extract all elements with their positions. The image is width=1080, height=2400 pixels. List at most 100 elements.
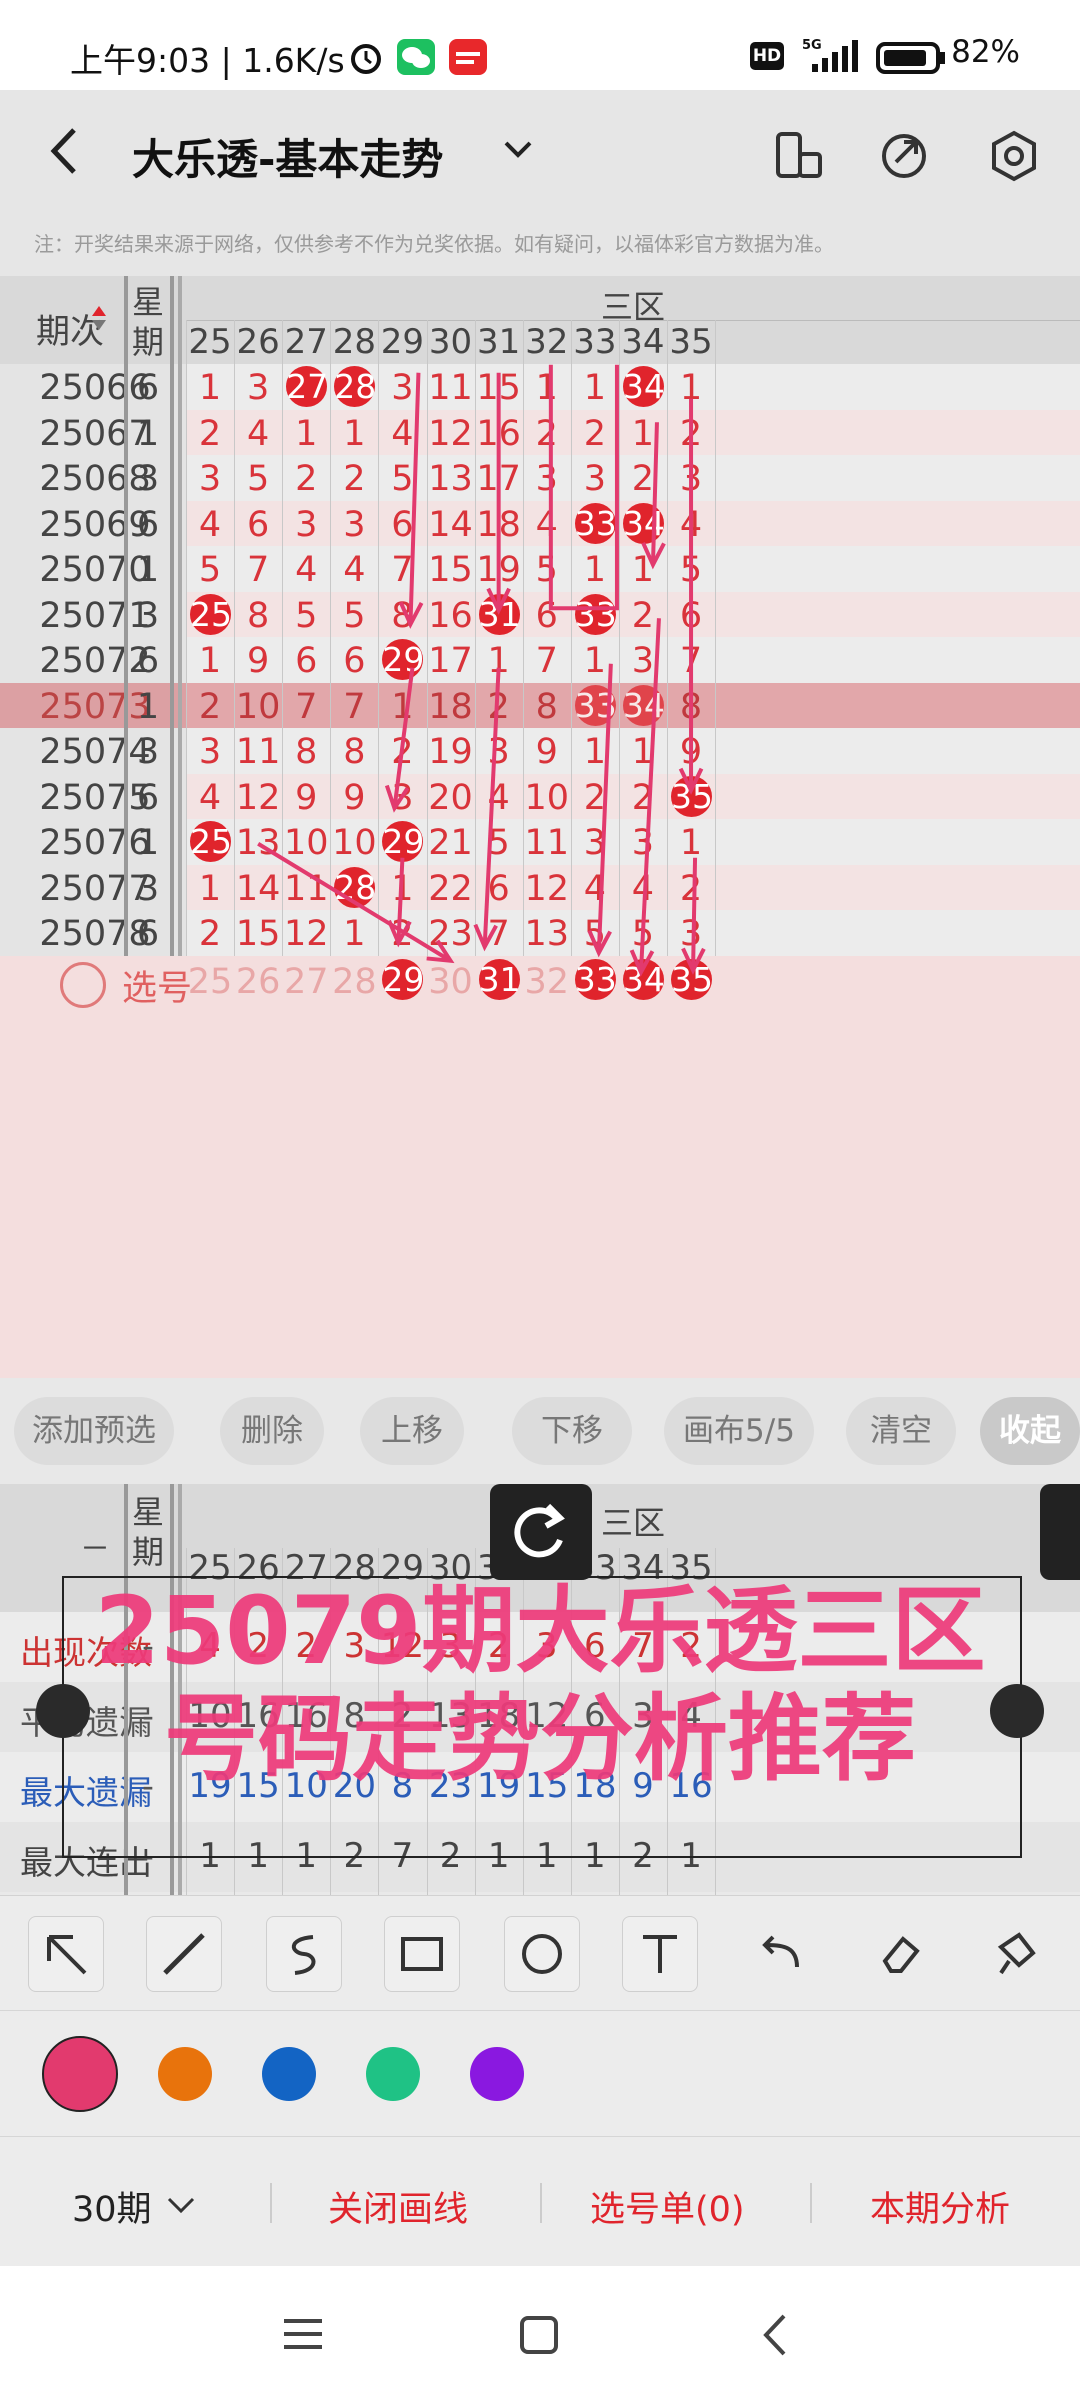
omission-cell: 2: [631, 459, 655, 499]
action-button[interactable]: 清空: [846, 1397, 956, 1465]
omission-cell: 9: [679, 732, 703, 772]
delete-handle[interactable]: [1040, 1484, 1080, 1580]
selectable-number[interactable]: 25: [186, 962, 234, 1002]
drawn-number-ball[interactable]: 34: [622, 684, 665, 726]
number-column-header: 33: [573, 322, 617, 362]
circle-tool[interactable]: [504, 1916, 580, 1992]
chevron-down-icon[interactable]: [166, 2195, 196, 2215]
selection-list-button[interactable]: 选号单(0): [590, 2181, 745, 2232]
drawn-number-ball[interactable]: 33: [574, 684, 617, 726]
rotate-icon[interactable]: [490, 1484, 592, 1580]
select-row: [0, 955, 1080, 1378]
freehand-tool[interactable]: [266, 1916, 342, 1992]
selected-number-ball[interactable]: 34: [622, 958, 665, 1000]
color-swatch[interactable]: [366, 2047, 420, 2101]
color-swatch[interactable]: [262, 2047, 316, 2101]
number-column-header: 35: [669, 322, 713, 362]
omission-cell: 5: [391, 459, 414, 499]
omission-cell: 1: [631, 732, 655, 772]
rotate-screen-icon[interactable]: [772, 130, 824, 182]
omission-cell: 1: [391, 686, 414, 727]
omission-cell: 2: [535, 413, 558, 454]
share-icon[interactable]: [878, 130, 930, 182]
period-range-select[interactable]: 30期: [72, 2181, 152, 2232]
action-button[interactable]: 下移: [512, 1397, 632, 1465]
page-title[interactable]: 大乐透-基本走势: [132, 126, 443, 187]
line-icon: [163, 1933, 205, 1975]
action-button[interactable]: 收起: [980, 1397, 1080, 1465]
back-nav-icon[interactable]: [760, 2312, 790, 2358]
omission-cell: 18: [476, 504, 521, 545]
omission-cell: 7: [295, 686, 318, 727]
week-cell: 1: [136, 413, 160, 454]
toggle-lines-button[interactable]: 关闭画线: [328, 2181, 468, 2232]
drawn-number-ball[interactable]: 27: [286, 366, 328, 407]
action-bar: 添加预选 删除 上移 下移 画布5/5 清空 收起: [0, 1378, 1080, 1484]
selectable-number[interactable]: 28: [330, 962, 378, 1002]
omission-cell: 1: [679, 823, 703, 863]
color-swatch[interactable]: [42, 2036, 118, 2112]
action-button[interactable]: 添加预选: [14, 1397, 174, 1465]
omission-cell: 15: [476, 368, 521, 408]
select-label[interactable]: 选号: [122, 960, 192, 1011]
back-icon[interactable]: [44, 126, 84, 176]
color-swatch[interactable]: [158, 2047, 212, 2101]
selected-number-ball[interactable]: 33: [574, 958, 617, 1000]
selectable-number[interactable]: 32: [523, 962, 571, 1002]
drawn-number-ball[interactable]: 25: [190, 821, 232, 862]
drawn-number-ball[interactable]: 28: [334, 866, 376, 908]
sort-down-icon[interactable]: [92, 320, 106, 330]
action-button[interactable]: 删除: [220, 1397, 324, 1465]
action-button[interactable]: 上移: [360, 1397, 464, 1465]
arrow-tool[interactable]: [28, 1916, 104, 1992]
home-icon[interactable]: [518, 2314, 562, 2358]
omission-cell: 3: [583, 823, 606, 863]
omission-cell: 7: [343, 686, 366, 727]
menu-icon[interactable]: [282, 2316, 324, 2352]
drawn-number-ball[interactable]: 28: [334, 366, 376, 407]
rotate-handle[interactable]: [490, 1484, 592, 1580]
omission-cell: 4: [343, 550, 366, 590]
sort-up-icon[interactable]: [92, 306, 106, 316]
action-button[interactable]: 画布5/5: [664, 1397, 814, 1465]
selectable-number[interactable]: 27: [282, 962, 330, 1002]
eraser-tool[interactable]: [862, 1916, 938, 1992]
omission-cell: 20: [428, 777, 473, 818]
drawn-number-ball[interactable]: 35: [671, 775, 713, 817]
trend-table: 期次 星期 三区 25 26 27 28 29 30 31 32 33 34 35 25066 6 1 3 27 28…: [0, 276, 1080, 1378]
drawn-number-ball[interactable]: 34: [622, 366, 665, 407]
selected-number-ball[interactable]: 35: [671, 958, 713, 1000]
selectable-number[interactable]: 30: [427, 962, 475, 1002]
omission-cell: 22: [428, 868, 473, 909]
omission-cell: 3: [535, 459, 558, 499]
omission-cell: 1: [631, 413, 655, 454]
selected-number-ball[interactable]: 29: [382, 958, 424, 1000]
drawn-number-ball[interactable]: 29: [382, 821, 424, 862]
drawn-number-ball[interactable]: 29: [382, 639, 424, 680]
settings-icon[interactable]: [988, 130, 1040, 182]
drawn-number-ball[interactable]: 34: [622, 502, 665, 544]
chevron-down-icon[interactable]: [502, 138, 534, 162]
network-type: 5G: [802, 38, 822, 53]
omission-cell: 1: [535, 368, 558, 408]
omission-cell: 14: [428, 504, 473, 545]
omission-cell: 2: [391, 732, 414, 772]
drawn-number-ball[interactable]: 33: [574, 593, 617, 635]
omission-cell: 3: [487, 732, 510, 772]
selectable-number[interactable]: 26: [234, 962, 282, 1002]
drawn-number-ball[interactable]: 25: [190, 593, 232, 635]
omission-cell: 3: [198, 459, 222, 499]
drawn-number-ball[interactable]: 33: [574, 502, 617, 544]
selected-number-ball[interactable]: 31: [478, 958, 521, 1000]
omission-cell: 2: [631, 777, 655, 818]
omission-cell: 19: [476, 550, 521, 590]
color-swatch[interactable]: [470, 2047, 524, 2101]
select-radio-icon[interactable]: [60, 961, 106, 1008]
line-tool[interactable]: [146, 1916, 222, 1992]
rectangle-tool[interactable]: [384, 1916, 460, 1992]
drawn-number-ball[interactable]: 31: [478, 593, 521, 635]
period-analysis-button[interactable]: 本期分析: [870, 2181, 1010, 2232]
undo-tool[interactable]: [742, 1916, 818, 1992]
clear-brush-tool[interactable]: [978, 1916, 1054, 1992]
text-tool[interactable]: [622, 1916, 698, 1992]
